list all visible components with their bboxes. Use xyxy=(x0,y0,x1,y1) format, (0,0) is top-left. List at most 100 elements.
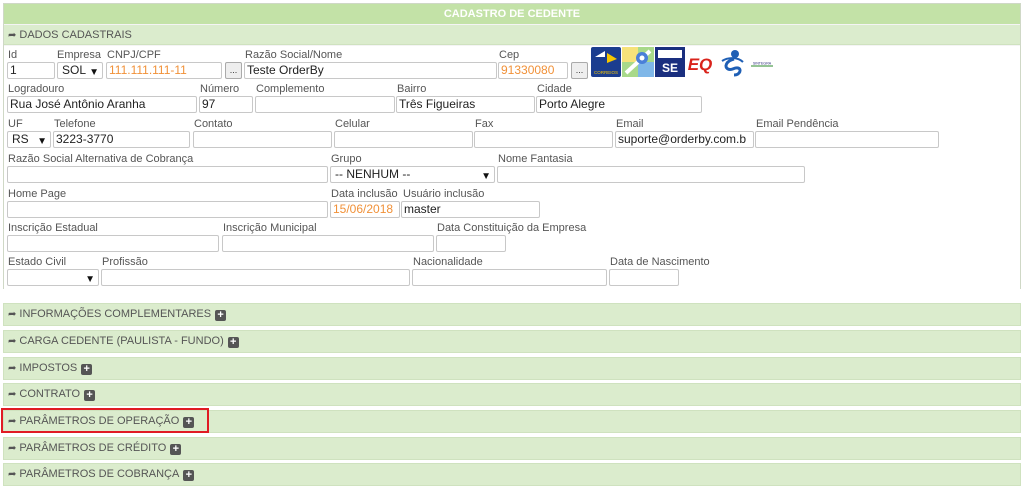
nome-fantasia-field[interactable] xyxy=(497,166,805,183)
cep-field[interactable]: 91330080 xyxy=(498,62,568,79)
accordion-informacoes-complementares[interactable]: ➦ INFORMAÇÕES COMPLEMENTARES + xyxy=(3,303,1021,326)
contato-label: Contato xyxy=(194,118,233,130)
razao-social-field[interactable]: Teste OrderBy xyxy=(244,62,497,79)
eq-text: EQ xyxy=(688,55,713,74)
bairro-label: Bairro xyxy=(397,83,427,95)
inscricao-estadual-field[interactable] xyxy=(7,235,219,252)
accordion-impostos[interactable]: ➦ IMPOSTOS + xyxy=(3,357,1021,380)
chevron-down-icon: ▼ xyxy=(85,274,95,285)
empresa-value: SOL xyxy=(62,63,87,77)
nacionalidade-field[interactable] xyxy=(412,269,607,286)
estado-civil-select[interactable]: ▼ xyxy=(7,269,99,286)
fax-field[interactable] xyxy=(474,131,613,148)
data-nascimento-field[interactable] xyxy=(609,269,679,286)
accordion-contrato[interactable]: ➦ CONTRATO + xyxy=(3,383,1021,406)
id-label: Id xyxy=(8,49,18,61)
share-arrow-icon: ➦ xyxy=(8,309,17,320)
expand-plus-icon[interactable]: + xyxy=(170,444,182,455)
correios-logo[interactable]: CORREIOS xyxy=(591,47,621,77)
fax-label: Fax xyxy=(475,118,494,130)
uf-select[interactable]: RS ▼ xyxy=(7,131,51,148)
uf-label: UF xyxy=(8,118,23,130)
inscricao-municipal-label: Inscrição Municipal xyxy=(223,222,317,234)
correios-text: CORREIOS xyxy=(594,70,618,75)
maps-logo[interactable] xyxy=(622,47,654,77)
email-label: Email xyxy=(616,118,644,130)
highlight-box xyxy=(1,408,209,433)
sintegra-icon: SINTEGRA xyxy=(748,58,776,68)
cnpj-field[interactable]: 111.111.111-11 xyxy=(106,62,222,79)
nacionalidade-label: Nacionalidade xyxy=(413,256,483,268)
data-constituicao-label: Data Constituição da Empresa xyxy=(437,222,587,234)
data-inclusao-field[interactable]: 15/06/2018 xyxy=(330,201,400,218)
bairro-field[interactable]: Três Figueiras xyxy=(396,96,535,113)
accordion-parametros-credito[interactable]: ➦ PARÂMETROS DE CRÉDITO + xyxy=(3,437,1021,460)
accordion-parametros-cobranca[interactable]: ➦ PARÂMETROS DE COBRANÇA + xyxy=(3,463,1021,486)
share-arrow-icon: ➦ xyxy=(8,336,17,347)
cidade-label: Cidade xyxy=(537,83,572,95)
telefone-field[interactable]: 3223-3770 xyxy=(53,131,190,148)
grupo-label: Grupo xyxy=(331,153,362,165)
data-constituicao-field[interactable] xyxy=(436,235,506,252)
eq-icon: EQ xyxy=(688,55,713,74)
expand-plus-icon[interactable]: + xyxy=(183,470,195,481)
data-nascimento-label: Data de Nascimento xyxy=(610,256,710,268)
chevron-down-icon: ▼ xyxy=(481,171,491,182)
usuario-inclusao-field[interactable]: master xyxy=(401,201,540,218)
chevron-down-icon: ▼ xyxy=(37,136,47,147)
receita-logo[interactable]: SE xyxy=(655,47,685,77)
id-field[interactable]: 1 xyxy=(7,62,55,79)
celular-field[interactable] xyxy=(334,131,473,148)
section-title: DADOS CADASTRAIS xyxy=(19,29,132,41)
chevron-down-icon: ▼ xyxy=(89,67,99,78)
inscricao-estadual-label: Inscrição Estadual xyxy=(8,222,98,234)
expand-plus-icon[interactable]: + xyxy=(81,364,93,375)
share-arrow-icon: ➦ xyxy=(8,30,17,41)
page-title: CADASTRO DE CEDENTE xyxy=(4,4,1020,24)
receita-icon: SE xyxy=(658,50,682,75)
inscricao-municipal-field[interactable] xyxy=(222,235,434,252)
form-area: Id 1 Empresa SOL ▼ CNPJ/CPF 111.111.111-1… xyxy=(4,46,1020,289)
home-page-label: Home Page xyxy=(8,188,67,200)
receita-text: SE xyxy=(662,61,678,75)
complemento-label: Complemento xyxy=(256,83,325,95)
email-pendencia-field[interactable] xyxy=(755,131,939,148)
accordion-label: PARÂMETROS DE COBRANÇA xyxy=(19,468,180,480)
person-icon xyxy=(721,50,744,77)
contato-field[interactable] xyxy=(193,131,332,148)
share-arrow-icon: ➦ xyxy=(8,469,17,480)
profissao-label: Profissão xyxy=(102,256,148,268)
expand-plus-icon[interactable]: + xyxy=(84,390,96,401)
expand-plus-icon[interactable]: + xyxy=(227,337,239,348)
profissao-field[interactable] xyxy=(101,269,410,286)
celular-label: Celular xyxy=(335,118,370,130)
sintegra-logo[interactable]: SINTEGRA xyxy=(748,58,776,68)
home-page-field[interactable] xyxy=(7,201,328,218)
logradouro-field[interactable]: Rua José Antônio Aranha xyxy=(7,96,197,113)
person-logo[interactable] xyxy=(716,47,746,77)
section-dados-cadastrais[interactable]: ➦ DADOS CADASTRAIS xyxy=(4,25,1020,45)
accordion-label: IMPOSTOS xyxy=(19,362,78,374)
email-pendencia-label: Email Pendência xyxy=(756,118,839,130)
empresa-select[interactable]: SOL ▼ xyxy=(57,62,103,79)
numero-field[interactable]: 97 xyxy=(199,96,253,113)
email-field[interactable]: suporte@orderby.com.b xyxy=(615,131,754,148)
accordion-label: PARÂMETROS DE CRÉDITO xyxy=(19,442,167,454)
numero-label: Número xyxy=(200,83,240,95)
accordion-label: CONTRATO xyxy=(19,388,81,400)
cnpj-label: CNPJ/CPF xyxy=(107,49,161,61)
share-arrow-icon: ➦ xyxy=(8,389,17,400)
grupo-select[interactable]: -- NENHUM -- ▼ xyxy=(330,166,495,183)
map-pin-icon xyxy=(622,47,654,77)
correios-icon: CORREIOS xyxy=(594,51,618,75)
cnpj-lookup-button[interactable]: ... xyxy=(225,62,242,79)
share-arrow-icon: ➦ xyxy=(8,363,17,374)
razao-alt-field[interactable] xyxy=(7,166,328,183)
expand-plus-icon[interactable]: + xyxy=(215,310,227,321)
eq-logo[interactable]: EQ xyxy=(686,47,714,77)
cep-lookup-button[interactable]: ... xyxy=(571,62,588,79)
complemento-field[interactable] xyxy=(255,96,395,113)
accordion-carga-cedente[interactable]: ➦ CARGA CEDENTE (PAULISTA - FUNDO) + xyxy=(3,330,1021,353)
nome-fantasia-label: Nome Fantasia xyxy=(498,153,573,165)
cidade-field[interactable]: Porto Alegre xyxy=(536,96,702,113)
